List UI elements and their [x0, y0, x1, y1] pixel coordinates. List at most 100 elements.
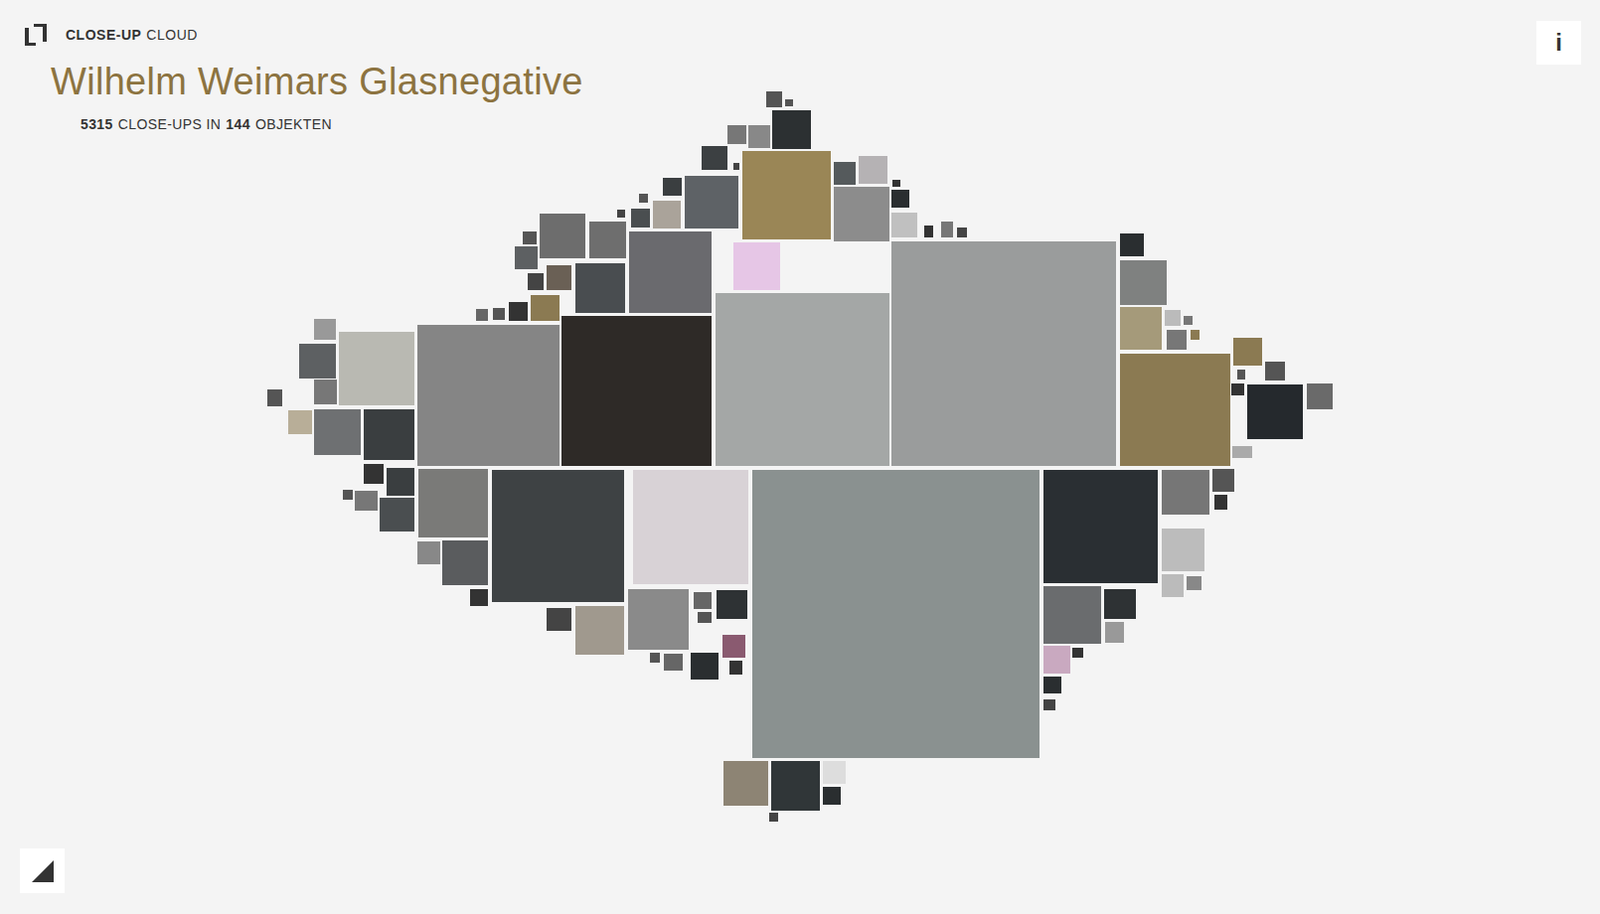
close-up-tile[interactable] — [575, 606, 625, 655]
close-up-tile[interactable] — [1043, 676, 1062, 695]
close-up-tile[interactable] — [1306, 383, 1333, 410]
close-up-tile[interactable] — [417, 324, 560, 468]
close-up-tile[interactable] — [617, 209, 626, 218]
close-up-tile[interactable] — [1043, 470, 1158, 584]
close-up-tile[interactable] — [1161, 528, 1205, 572]
close-up-tile[interactable] — [733, 162, 740, 170]
close-up-tile[interactable] — [314, 379, 337, 405]
close-up-tile[interactable] — [772, 110, 811, 150]
info-button[interactable]: i — [1536, 20, 1582, 65]
close-up-tile[interactable] — [589, 221, 627, 259]
close-up-tile[interactable] — [629, 231, 712, 314]
close-up-tile[interactable] — [693, 592, 712, 611]
close-up-tile[interactable] — [530, 295, 560, 322]
close-up-tile[interactable] — [522, 231, 537, 245]
close-up-tile[interactable] — [418, 469, 488, 538]
close-up-tile[interactable] — [492, 308, 505, 320]
close-up-tile[interactable] — [822, 787, 842, 806]
close-up-tile[interactable] — [722, 635, 746, 659]
close-up-tile[interactable] — [892, 179, 900, 187]
close-up-tile[interactable] — [1104, 589, 1136, 621]
close-up-tile[interactable] — [1237, 369, 1246, 380]
close-up-tile[interactable] — [299, 343, 336, 379]
close-up-tile[interactable] — [386, 468, 415, 496]
close-up-tile[interactable] — [491, 470, 626, 603]
close-up-tile[interactable] — [363, 464, 385, 484]
close-up-tile[interactable] — [891, 189, 910, 208]
close-up-tile[interactable] — [267, 389, 283, 406]
close-up-tile[interactable] — [690, 652, 719, 680]
close-up-tile[interactable] — [941, 221, 954, 238]
close-up-tile[interactable] — [631, 208, 651, 229]
close-up-tile[interactable] — [288, 410, 314, 436]
close-up-tile[interactable] — [891, 241, 1117, 467]
close-up-tile[interactable] — [363, 409, 415, 461]
close-up-tile[interactable] — [1043, 645, 1071, 674]
close-up-tile[interactable] — [1120, 353, 1231, 467]
close-up-tile[interactable] — [727, 125, 747, 145]
close-up-tile[interactable] — [442, 540, 488, 586]
brand[interactable]: CLOSE-UP CLOUD — [0, 0, 1600, 47]
close-up-tile[interactable] — [476, 309, 488, 321]
close-up-tile[interactable] — [822, 761, 847, 785]
close-up-tile[interactable] — [1247, 384, 1304, 440]
close-up-tile[interactable] — [785, 99, 794, 107]
close-up-tile[interactable] — [1186, 576, 1201, 591]
close-up-tile[interactable] — [1072, 647, 1084, 658]
close-up-tile[interactable] — [733, 242, 781, 290]
close-up-tile[interactable] — [342, 489, 353, 500]
close-up-tile[interactable] — [858, 156, 889, 184]
close-up-tile[interactable] — [833, 186, 891, 242]
close-up-tile[interactable] — [766, 91, 783, 107]
close-up-tile[interactable] — [575, 263, 626, 314]
close-up-tile[interactable] — [1183, 316, 1193, 325]
close-up-tile[interactable] — [1166, 329, 1188, 351]
close-up-tile[interactable] — [771, 761, 820, 811]
close-up-tile[interactable] — [546, 265, 572, 291]
view-toggle-button[interactable] — [19, 848, 65, 894]
close-up-tile[interactable] — [1232, 446, 1253, 459]
close-up-tile[interactable] — [628, 589, 690, 651]
close-up-tile[interactable] — [1161, 470, 1210, 515]
close-up-tile[interactable] — [1120, 233, 1144, 257]
close-up-tile[interactable] — [1164, 310, 1181, 326]
close-up-tile[interactable] — [1120, 307, 1162, 350]
close-up-tile[interactable] — [957, 227, 967, 238]
close-up-tile[interactable] — [546, 608, 572, 632]
close-up-tile[interactable] — [1161, 574, 1185, 598]
close-up-tile[interactable] — [539, 213, 586, 259]
close-up-tile[interactable] — [729, 660, 743, 674]
close-up-tile[interactable] — [769, 812, 779, 822]
close-up-tile[interactable] — [715, 293, 891, 468]
close-up-tile[interactable] — [561, 316, 712, 467]
close-up-tile[interactable] — [697, 612, 711, 624]
close-up-tile[interactable] — [701, 146, 728, 171]
close-up-tile[interactable] — [662, 177, 682, 197]
close-up-tile[interactable] — [1212, 469, 1236, 492]
close-up-tile[interactable] — [748, 125, 772, 149]
close-up-tile[interactable] — [1043, 699, 1055, 710]
close-up-tile[interactable] — [1214, 494, 1228, 510]
close-up-tile[interactable] — [314, 319, 336, 340]
close-up-tile[interactable] — [514, 246, 539, 271]
close-up-tile[interactable] — [379, 497, 415, 532]
close-up-tile[interactable] — [649, 652, 660, 663]
close-up-tile[interactable] — [1233, 337, 1263, 366]
close-up-tile[interactable] — [338, 331, 415, 406]
close-up-tile[interactable] — [354, 490, 378, 512]
close-up-tile[interactable] — [470, 589, 488, 608]
close-up-tile[interactable] — [752, 470, 1041, 759]
close-up-tile[interactable] — [1190, 329, 1200, 340]
close-up-tile[interactable] — [924, 225, 934, 238]
close-up-tile[interactable] — [723, 761, 769, 806]
close-up-tile[interactable] — [508, 302, 528, 322]
close-up-tile[interactable] — [1043, 586, 1102, 644]
close-up-tile[interactable] — [639, 193, 648, 203]
close-up-tile[interactable] — [527, 273, 544, 290]
close-up-tile[interactable] — [1231, 383, 1244, 396]
close-up-tile[interactable] — [417, 541, 441, 565]
close-up-tile[interactable] — [1265, 361, 1285, 382]
close-up-tile[interactable] — [833, 161, 857, 185]
close-up-tile[interactable] — [716, 590, 748, 621]
close-up-tile[interactable] — [742, 151, 831, 240]
